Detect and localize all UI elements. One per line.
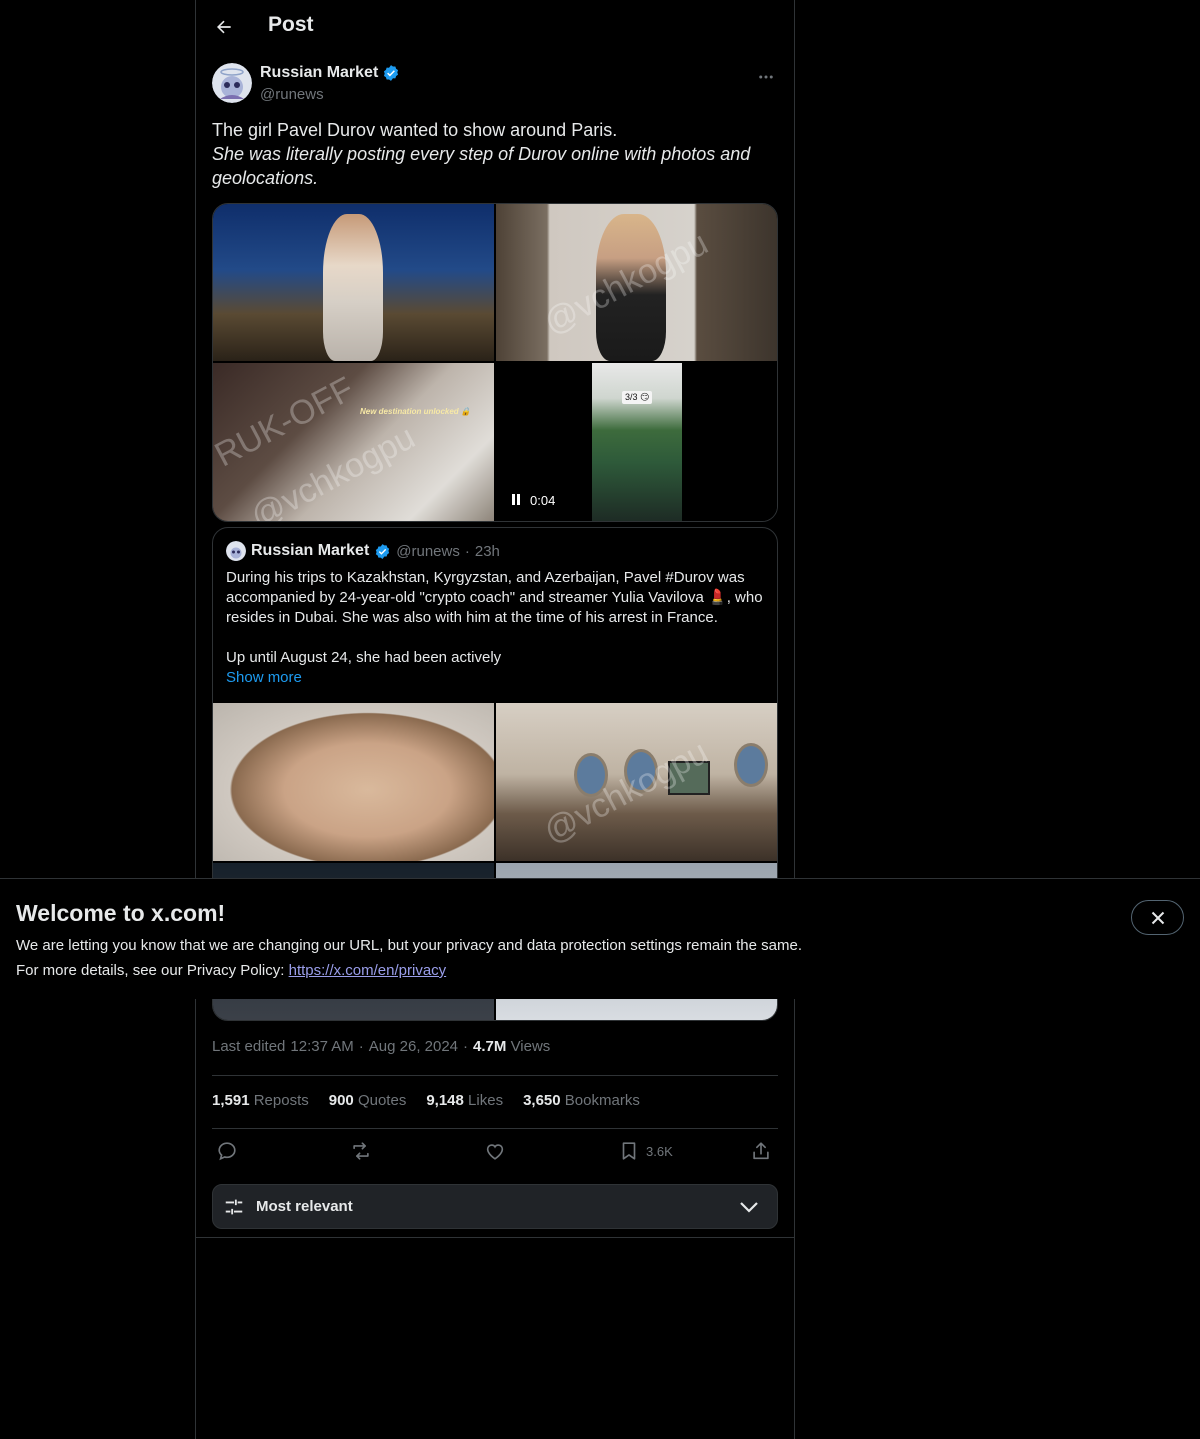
watermark: RUK-OFF: [213, 369, 360, 475]
bookmarks-stat[interactable]: 3,650 Bookmarks: [523, 1092, 640, 1109]
repost-button[interactable]: [350, 1140, 372, 1162]
edited-label[interactable]: Last edited: [212, 1038, 285, 1055]
sort-label: Most relevant: [256, 1198, 353, 1215]
post-text-line2: She was literally posting every step of …: [212, 144, 751, 188]
more-icon: [759, 75, 773, 79]
separator-dot: ·: [358, 1038, 364, 1055]
likes-label: Likes: [468, 1092, 504, 1109]
close-icon: [1151, 911, 1164, 924]
quotes-label: Quotes: [357, 1092, 407, 1109]
repost-icon: [353, 1142, 369, 1160]
like-icon: [486, 1144, 504, 1160]
quoted-post-header: Russian Market @runews · 23h: [226, 541, 500, 561]
bookmarks-count: 3,650: [523, 1092, 561, 1109]
close-banner-button[interactable]: [1131, 900, 1184, 935]
quoted-author-name: Russian Market: [251, 542, 370, 559]
separator-dot: ·: [464, 542, 470, 560]
author-handle: @runews: [260, 86, 324, 103]
likes-stat[interactable]: 9,148 Likes: [426, 1092, 503, 1109]
post-stats: 1,591 Reposts 900 Quotes 9,148 Likes 3,6…: [212, 1092, 640, 1109]
story-label: 3/3 😏: [622, 391, 653, 404]
post-text-line1: The girl Pavel Durov wanted to show arou…: [212, 120, 618, 140]
likes-count: 9,148: [426, 1092, 464, 1109]
media-photo-2[interactable]: @vchkogpu: [496, 204, 777, 361]
views-label: Views: [510, 1038, 551, 1055]
quoted-photo-1[interactable]: [213, 703, 494, 861]
back-arrow-icon: [217, 20, 231, 34]
media-overlay-text: New destination unlocked 🔒: [360, 407, 471, 416]
divider: [212, 1075, 778, 1076]
show-more-link[interactable]: Show more: [226, 668, 771, 688]
verified-badge-icon: [384, 65, 399, 81]
reposts-count: 1,591: [212, 1092, 250, 1109]
post-meta: Last edited 12:37 AM · Aug 26, 2024 · 4.…: [212, 1038, 550, 1055]
quoted-text-p1: During his trips to Kazakhstan, Kyrgyzst…: [226, 569, 763, 626]
pause-icon[interactable]: [512, 493, 522, 508]
edited-time[interactable]: 12:37 AM: [290, 1038, 353, 1055]
author-name[interactable]: Russian Market: [260, 64, 378, 82]
jet-window: [624, 749, 658, 793]
reposts-stat[interactable]: 1,591 Reposts: [212, 1092, 309, 1109]
banner-line2: For more details, see our Privacy Policy…: [16, 962, 446, 979]
chevron-down-icon: [740, 1202, 758, 1213]
reply-sort-dropdown[interactable]: Most relevant: [212, 1184, 778, 1229]
more-button[interactable]: [754, 65, 778, 89]
quoted-text: During his trips to Kazakhstan, Kyrgyzst…: [226, 568, 771, 688]
privacy-policy-link[interactable]: https://x.com/en/privacy: [289, 962, 447, 979]
like-button[interactable]: [484, 1140, 506, 1162]
views-count: 4.7M: [473, 1038, 507, 1055]
welcome-banner: Welcome to x.com! We are letting you kno…: [0, 878, 1200, 999]
quoted-avatar: [226, 541, 246, 561]
quoted-photo-2[interactable]: @vchkogpu: [496, 703, 777, 861]
quotes-count: 900: [328, 1092, 354, 1109]
action-bar: 3.6K: [212, 1138, 778, 1166]
divider: [212, 1128, 778, 1129]
share-icon: [753, 1142, 769, 1160]
reposts-label: Reposts: [253, 1092, 309, 1109]
top-bar: Post: [196, 0, 794, 54]
share-button[interactable]: [750, 1140, 772, 1162]
post-media-grid: @vchkogpu New destination unlocked 🔒 RUK…: [212, 203, 778, 522]
banner-title: Welcome to x.com!: [16, 900, 226, 926]
video-time: 0:04: [530, 493, 556, 508]
verified-badge-icon: [376, 543, 390, 559]
page-title: Post: [268, 13, 314, 36]
edited-date[interactable]: Aug 26, 2024: [369, 1038, 458, 1055]
sliders-icon: [225, 1199, 243, 1215]
jet-window: [574, 753, 608, 797]
post-text: The girl Pavel Durov wanted to show arou…: [212, 118, 772, 190]
quotes-stat[interactable]: 900 Quotes: [329, 1092, 407, 1109]
media-photo-1[interactable]: [213, 204, 494, 361]
bookmark-icon: [622, 1142, 636, 1160]
bookmark-count: 3.6K: [646, 1143, 673, 1159]
photo-subject: [323, 214, 383, 361]
reply-icon: [218, 1142, 236, 1161]
watermark: @vchkogpu: [244, 418, 422, 522]
avatar[interactable]: [212, 63, 252, 103]
video-controls[interactable]: 0:04: [512, 493, 555, 508]
media-video[interactable]: 3/3 😏 0:04: [496, 363, 777, 521]
media-photo-3[interactable]: New destination unlocked 🔒 RUK-OFF @vchk…: [213, 363, 494, 522]
banner-line1: We are letting you know that we are chan…: [16, 937, 802, 954]
photo-subject: [596, 214, 666, 361]
main-column: Post Russian Market @runews The girl Pav…: [195, 0, 795, 1439]
separator-dot: ·: [463, 1038, 469, 1055]
post-author: Russian Market @runews: [212, 63, 778, 109]
bookmark-button[interactable]: 3.6K: [618, 1140, 673, 1162]
banner-line2-prefix: For more details, see our Privacy Policy…: [16, 962, 285, 979]
jet-window: [734, 743, 768, 787]
video-frame: 3/3 😏: [592, 363, 682, 521]
bookmarks-label: Bookmarks: [564, 1092, 640, 1109]
back-button[interactable]: [212, 15, 236, 39]
jet-screen: [668, 761, 710, 795]
divider: [196, 1237, 794, 1238]
quoted-time: 23h: [474, 542, 500, 560]
reply-button[interactable]: [216, 1140, 238, 1162]
views: 4.7M Views: [473, 1038, 550, 1055]
quoted-text-p2: Up until August 24, she had been activel…: [226, 649, 502, 666]
quoted-author-handle: @runews: [396, 542, 460, 560]
author-name-row: Russian Market: [260, 64, 400, 82]
